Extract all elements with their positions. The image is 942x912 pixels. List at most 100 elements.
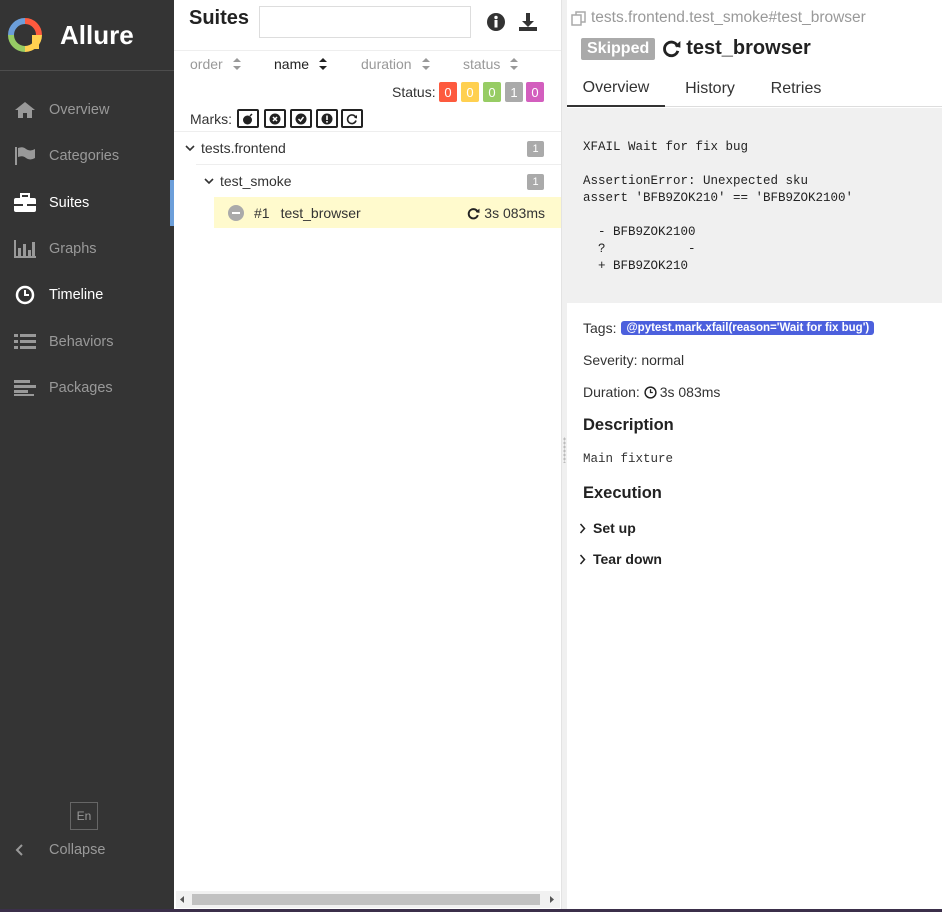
count-badge: 1 — [527, 141, 544, 157]
sort-icon — [510, 58, 519, 70]
status-filter: Status: 0 0 0 1 0 — [174, 80, 561, 102]
align-left-icon — [12, 377, 38, 399]
splitter-grip[interactable] — [563, 437, 566, 463]
sorter-bar: order name duration status — [174, 51, 561, 79]
sort-by-name[interactable]: name — [274, 56, 328, 72]
chevron-down-icon — [204, 177, 214, 185]
tag-badge: @pytest.mark.xfail(reason='Wait for fix … — [621, 321, 875, 335]
list-icon — [12, 331, 38, 353]
tree-group-name: tests.frontend — [201, 140, 286, 156]
allure-logo-icon — [8, 18, 42, 52]
sidebar-item-graphs[interactable]: Graphs — [0, 226, 174, 272]
tab-history[interactable]: History — [671, 70, 749, 107]
marks-label: Marks: — [190, 111, 232, 127]
breadcrumb[interactable]: tests.frontend.test_smoke#test_browser — [571, 9, 866, 27]
collapse-label: Collapse — [49, 842, 106, 858]
sidebar-item-overview[interactable]: Overview — [0, 87, 174, 133]
app-name: Allure — [60, 19, 134, 50]
copy-icon[interactable] — [571, 10, 586, 26]
chevron-right-icon — [579, 554, 586, 564]
scrollbar-thumb[interactable] — [192, 894, 540, 905]
tree-group-name: test_smoke — [220, 173, 292, 189]
tree-group-test-smoke[interactable]: test_smoke 1 — [196, 164, 561, 197]
status-chip-passed[interactable]: 0 — [483, 82, 501, 102]
suites-pane: Suites order name duration status Status… — [174, 0, 561, 909]
clock-icon — [12, 284, 38, 306]
error-message: XFAIL Wait for fix bug AssertionError: U… — [567, 108, 942, 303]
step-label: Tear down — [593, 551, 662, 567]
description-text: Main fixture — [583, 452, 674, 466]
step-label: Set up — [593, 520, 636, 536]
result-tabs: Overview History Retries — [567, 70, 942, 107]
mark-new-broken-button[interactable] — [316, 109, 338, 128]
status-label: Status: — [392, 84, 436, 100]
home-icon — [12, 99, 38, 121]
sidebar-item-packages[interactable]: Packages — [0, 365, 174, 411]
sort-icon — [319, 58, 328, 70]
sidebar: Allure Overview Categories Suites Graphs — [0, 0, 174, 909]
sorter-label: duration — [361, 56, 412, 72]
status-chip-failed[interactable]: 0 — [439, 82, 457, 102]
marks-filter: Marks: — [174, 107, 561, 129]
suites-tree: tests.frontend 1 test_smoke 1 #1 test_br… — [174, 131, 561, 228]
mark-retries-button[interactable] — [341, 109, 363, 128]
sidebar-item-label: Overview — [49, 102, 110, 119]
test-result-pane: tests.frontend.test_smoke#test_browser S… — [567, 0, 942, 909]
sorter-label: order — [190, 56, 223, 72]
status-chip-broken[interactable]: 0 — [461, 82, 479, 102]
duration-text: 3s 083ms — [484, 205, 545, 221]
bar-chart-icon — [12, 238, 38, 260]
collapse-button[interactable]: Collapse — [14, 842, 105, 858]
step-tear-down[interactable]: Tear down — [579, 551, 662, 567]
sorter-label: status — [463, 56, 501, 72]
check-circle-icon — [295, 113, 307, 124]
language-switcher[interactable]: En — [70, 802, 98, 830]
tree-group-tests-frontend[interactable]: tests.frontend 1 — [174, 131, 561, 164]
status-chip-skipped[interactable]: 1 — [505, 82, 523, 102]
count-badge: 1 — [527, 174, 544, 190]
mark-new-failed-button[interactable] — [264, 109, 286, 128]
search-input[interactable] — [259, 6, 471, 38]
retry-icon — [346, 113, 357, 124]
chevron-right-icon — [579, 523, 586, 533]
sort-by-duration[interactable]: duration — [361, 56, 431, 72]
sidebar-item-label: Timeline — [49, 287, 104, 304]
mark-new-passed-button[interactable] — [290, 109, 312, 128]
briefcase-icon — [12, 192, 38, 214]
brand[interactable]: Allure — [0, 0, 174, 71]
duration-label: Duration: — [583, 384, 640, 400]
execution-heading: Execution — [583, 484, 662, 502]
retry-icon — [663, 40, 681, 58]
step-set-up[interactable]: Set up — [579, 520, 636, 536]
horizontal-scrollbar[interactable] — [176, 891, 560, 908]
mark-flaky-button[interactable] — [237, 109, 259, 128]
sort-by-order[interactable]: order — [190, 56, 242, 72]
duration-value: 3s 083ms — [659, 384, 721, 400]
scroll-left-icon[interactable] — [178, 895, 186, 904]
exclamation-circle-icon — [321, 113, 333, 124]
tab-overview[interactable]: Overview — [567, 70, 665, 107]
status-chip-unknown[interactable]: 0 — [526, 82, 544, 102]
description-heading: Description — [583, 416, 674, 434]
info-icon[interactable] — [485, 11, 507, 33]
test-case-row[interactable]: #1 test_browser 3s 083ms — [214, 197, 561, 228]
sort-by-status[interactable]: status — [463, 56, 519, 72]
sort-icon — [232, 58, 241, 70]
sidebar-item-label: Behaviors — [49, 333, 114, 350]
sort-icon — [421, 58, 430, 70]
test-title: test_browser — [686, 37, 811, 59]
tab-retries[interactable]: Retries — [759, 70, 833, 107]
sidebar-item-behaviors[interactable]: Behaviors — [0, 318, 174, 364]
sorter-label: name — [274, 56, 310, 72]
test-order: #1 — [254, 204, 270, 221]
suites-header: Suites — [174, 0, 561, 51]
severity-row: Severity: normal — [583, 352, 684, 368]
sidebar-item-timeline[interactable]: Timeline — [0, 272, 174, 318]
sidebar-item-label: Suites — [49, 194, 90, 211]
sidebar-item-suites[interactable]: Suites — [0, 179, 174, 227]
clock-icon — [644, 385, 657, 399]
sidebar-item-label: Graphs — [49, 241, 97, 258]
scroll-right-icon[interactable] — [548, 895, 556, 904]
download-icon[interactable] — [517, 11, 539, 33]
sidebar-item-categories[interactable]: Categories — [0, 133, 174, 179]
